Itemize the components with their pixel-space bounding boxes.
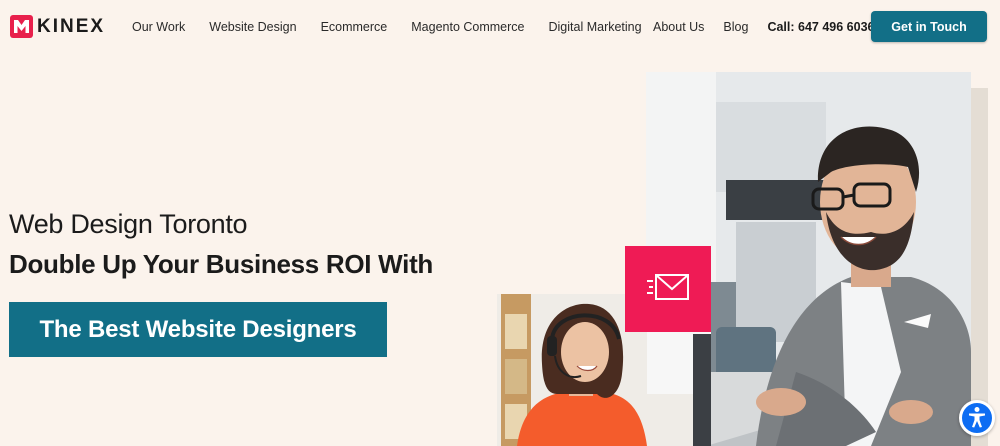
primary-nav: Our Work Website Design Ecommerce Magent… [132, 0, 666, 54]
nav-website-design[interactable]: Website Design [209, 20, 296, 34]
accessibility-icon [967, 406, 987, 431]
kinex-logo-icon [10, 15, 33, 38]
call-phone-link[interactable]: Call: 647 496 6036 [767, 20, 874, 34]
accessibility-button[interactable] [959, 400, 995, 436]
hero-highlight-banner: The Best Website Designers [9, 302, 387, 357]
mail-icon [646, 272, 690, 307]
site-header: KINEX Our Work Website Design Ecommerce … [0, 0, 1000, 54]
logo-wordmark: KINEX [37, 15, 106, 37]
nav-about-us[interactable]: About Us [653, 20, 704, 34]
hero-eyebrow: Web Design Toronto [9, 209, 248, 239]
hero-headline: Double Up Your Business ROI With [9, 249, 434, 279]
secondary-nav: About Us Blog Call: 647 496 6036 [653, 0, 874, 54]
nav-blog[interactable]: Blog [723, 20, 748, 34]
mail-tile [625, 246, 711, 332]
photo-backdrop [971, 88, 988, 446]
nav-digital-marketing[interactable]: Digital Marketing [549, 20, 642, 34]
get-in-touch-button[interactable]: Get in Touch [871, 11, 987, 42]
nav-ecommerce[interactable]: Ecommerce [321, 20, 388, 34]
site-logo[interactable]: KINEX [10, 15, 105, 38]
nav-our-work[interactable]: Our Work [132, 20, 185, 34]
nav-magento-commerce[interactable]: Magento Commerce [411, 20, 524, 34]
